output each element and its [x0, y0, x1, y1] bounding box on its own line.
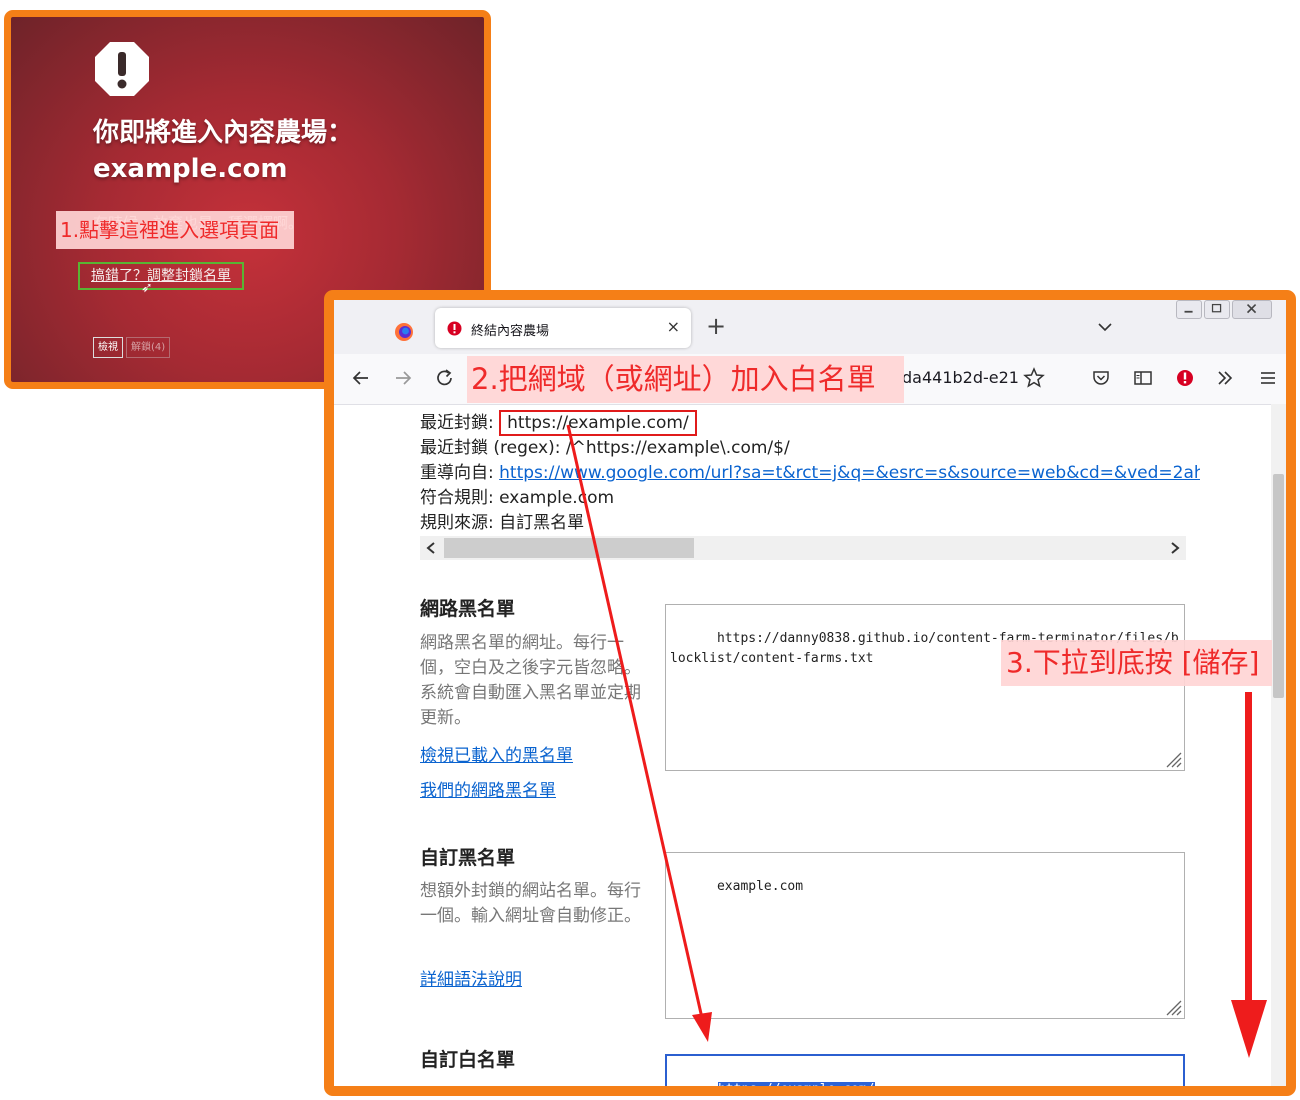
tab-strip: 終結內容農場 × +: [334, 300, 1286, 354]
web-blacklist-title: 網路黑名單: [420, 598, 516, 620]
custom-blacklist-description: 想額外封鎖的網站名單。每行一個。輸入網址會自動修正。: [420, 881, 641, 926]
menu-hamburger-icon[interactable]: [1257, 367, 1279, 389]
resize-grip-icon[interactable]: [1164, 750, 1182, 768]
window-close-button[interactable]: [1232, 300, 1272, 319]
vertical-scrollbar-thumb[interactable]: [1273, 474, 1284, 698]
warning-title-domain: example.com: [93, 154, 288, 184]
window-minimize-button[interactable]: [1176, 300, 1202, 319]
chevron-down-icon[interactable]: [1098, 320, 1112, 334]
resize-grip-icon[interactable]: [1164, 998, 1182, 1016]
custom-whitelist-textarea[interactable]: https://example.com/: [665, 1054, 1185, 1096]
annotation-step-3: 3.下拉到底按 [儲存]: [1001, 640, 1272, 686]
alert-icon: [447, 321, 462, 336]
recent-regex-label: 最近封鎖 (regex):: [420, 438, 561, 458]
redirect-url-link[interactable]: https://www.google.com/url?sa=t&rct=j&q=…: [499, 463, 1200, 483]
web-blacklist-description: 網路黑名單的網址。每行一個，空白及之後字元皆忽略。系統會自動匯入黑名單並定期更新…: [420, 633, 641, 728]
custom-whitelist-title: 自訂白名單: [420, 1049, 516, 1071]
url-bar-text[interactable]: da441b2d-e21: [902, 368, 1018, 387]
horizontal-scrollbar[interactable]: [420, 536, 1186, 560]
view-button[interactable]: 檢視: [93, 337, 123, 358]
warning-title-line-1: 你即將進入內容農場：: [93, 118, 354, 148]
syntax-help-link[interactable]: 詳細語法說明: [420, 965, 522, 990]
annotation-step-1: 1.點擊這裡進入選項頁面: [56, 211, 294, 249]
redirect-row: 重導向自: https://www.google.com/url?sa=t&rc…: [420, 461, 1200, 485]
pocket-icon[interactable]: [1090, 367, 1112, 389]
extension-alert-icon[interactable]: [1174, 367, 1196, 389]
window-maximize-button[interactable]: [1204, 300, 1230, 319]
matched-rule-value: example.com: [499, 488, 615, 508]
warning-title: 你即將進入內容農場： example.com: [93, 115, 473, 187]
matched-rule-row: 符合規則: example.com: [420, 486, 614, 510]
tab-options[interactable]: 終結內容農場 ×: [435, 308, 691, 348]
reload-icon[interactable]: [434, 367, 456, 389]
custom-blacklist-title: 自訂黑名單: [420, 847, 516, 869]
forward-arrow-icon[interactable]: [392, 367, 414, 389]
recent-block-label: 最近封鎖:: [420, 413, 494, 433]
overflow-chevrons-icon[interactable]: [1214, 367, 1236, 389]
recent-regex-value: /^https://example\.com/$/: [565, 438, 790, 458]
custom-blacklist-textarea[interactable]: example.com: [665, 852, 1185, 1019]
recent-block-url: https://example.com/: [499, 410, 697, 436]
back-arrow-icon[interactable]: [350, 367, 372, 389]
redirect-label: 重導向自:: [420, 463, 494, 483]
tab-close-icon[interactable]: ×: [667, 317, 680, 336]
custom-whitelist-value: https://example.com/: [717, 1082, 875, 1096]
sidebar-icon[interactable]: [1132, 367, 1154, 389]
rule-source-value: 自訂黑名單: [499, 513, 585, 533]
scroll-right-arrow-icon[interactable]: [1170, 542, 1180, 554]
firefox-logo-icon[interactable]: [394, 322, 414, 342]
custom-blacklist-value: example.com: [716, 879, 804, 894]
exclamation-octagon-icon: [95, 42, 149, 96]
rule-source-row: 規則來源: 自訂黑名單: [420, 511, 584, 535]
recent-block-row: 最近封鎖: https://example.com/: [420, 410, 697, 436]
tab-title: 終結內容農場: [471, 324, 550, 339]
new-tab-button[interactable]: +: [706, 314, 726, 338]
rule-source-label: 規則來源:: [420, 513, 494, 533]
web-blacklist-textarea[interactable]: https://danny0838.github.io/content-farm…: [665, 604, 1185, 771]
recent-regex-row: 最近封鎖 (regex): /^https://example\.com/$/: [420, 436, 790, 460]
our-web-blacklist-link[interactable]: 我們的網路黑名單: [420, 776, 556, 801]
unblock-button[interactable]: 解鎖(4): [126, 337, 171, 358]
scroll-left-arrow-icon[interactable]: [426, 542, 436, 554]
bookmark-star-icon[interactable]: [1023, 367, 1045, 389]
matched-rule-label: 符合規則:: [420, 488, 494, 508]
adjust-blocklist-link[interactable]: 搞錯了？調整封鎖名單: [78, 262, 244, 290]
annotation-step-2: 2.把網域（或網址）加入白名單: [467, 356, 904, 403]
mouse-pointer-icon: ➶: [141, 280, 153, 296]
horizontal-scrollbar-thumb[interactable]: [444, 538, 694, 558]
view-loaded-blacklist-link[interactable]: 檢視已載入的黑名單: [420, 741, 573, 766]
options-page: 最近封鎖: https://example.com/ 最近封鎖 (regex):…: [334, 404, 1286, 1096]
vertical-scrollbar[interactable]: [1271, 404, 1286, 1086]
browser-window: 終結內容農場 × + da441b2d-e21 最近封鎖: https://ex…: [324, 290, 1296, 1096]
